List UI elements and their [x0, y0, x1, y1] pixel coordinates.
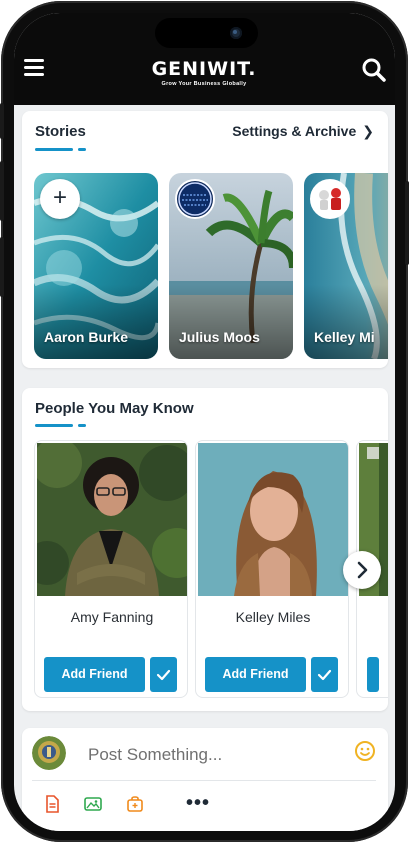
- add-friend-button[interactable]: [367, 657, 379, 692]
- people-title: People You May Know: [35, 400, 194, 417]
- side-button-mute: [0, 103, 4, 139]
- bag-button[interactable]: [126, 795, 144, 813]
- avatar: [32, 736, 66, 770]
- check-icon: [317, 669, 332, 681]
- person-photo: [37, 443, 187, 596]
- settings-archive-label: Settings & Archive: [232, 123, 357, 139]
- story-card[interactable]: Kelley Mi: [304, 173, 388, 359]
- person-card: Kelley Miles Add Friend: [195, 440, 349, 698]
- divider: [32, 780, 376, 781]
- menu-icon: [24, 59, 44, 62]
- avatar: [175, 179, 215, 219]
- add-story-button[interactable]: +: [40, 179, 80, 219]
- plus-icon: +: [52, 184, 67, 211]
- app-header: GENIWIT. Grow Your Business Globally: [14, 13, 395, 105]
- stories-title: Stories: [35, 123, 86, 140]
- search-button[interactable]: [361, 57, 387, 83]
- people-card: People You May Know Amy Fanning Add Frie…: [22, 388, 388, 711]
- post-input[interactable]: [88, 741, 328, 769]
- phone-frame: GENIWIT. Grow Your Business Globally Sto…: [0, 1, 409, 842]
- search-icon: [362, 58, 386, 82]
- post-composer-card: •••: [22, 728, 388, 831]
- person-name: Kelley Miles: [235, 609, 311, 625]
- chevron-right-icon: [357, 561, 368, 579]
- story-card[interactable]: + Aaron Burke: [34, 173, 158, 359]
- document-icon: [46, 795, 59, 813]
- story-card[interactable]: Julius Moos: [169, 173, 293, 359]
- person-photo: [198, 443, 348, 596]
- document-button[interactable]: [43, 795, 61, 813]
- add-friend-button[interactable]: Add Friend: [44, 657, 145, 692]
- smiley-icon: [355, 741, 375, 761]
- settings-archive-link[interactable]: Settings & Archive ❯: [232, 123, 374, 140]
- dynamic-island: [155, 18, 258, 48]
- side-button-power: [405, 181, 409, 265]
- accept-button[interactable]: [150, 657, 177, 692]
- menu-button[interactable]: [24, 59, 46, 79]
- shopping-bag-icon: [127, 796, 143, 812]
- check-icon: [156, 669, 171, 681]
- stories-card: Stories Settings & Archive ❯ + Aaron Bur…: [22, 111, 388, 368]
- person-name: Amy Fanning: [70, 609, 154, 625]
- image-button[interactable]: [84, 795, 102, 813]
- emoji-button[interactable]: [354, 740, 376, 762]
- story-author: Kelley Mi: [314, 329, 375, 345]
- person-card: Amy Fanning Add Friend: [34, 440, 188, 698]
- accept-button[interactable]: [311, 657, 338, 692]
- side-button-volume-up: [0, 161, 4, 221]
- image-icon: [84, 797, 102, 811]
- brand-name: GENIWIT.: [151, 58, 257, 80]
- screen: GENIWIT. Grow Your Business Globally Sto…: [14, 13, 395, 831]
- front-camera: [230, 27, 242, 39]
- add-friend-button[interactable]: Add Friend: [205, 657, 306, 692]
- brand-tagline: Grow Your Business Globally: [161, 81, 247, 87]
- next-button[interactable]: [343, 551, 381, 589]
- avatar: [310, 179, 350, 219]
- story-author: Julius Moos: [179, 329, 260, 345]
- side-button-volume-down: [0, 237, 4, 297]
- more-dots-icon[interactable]: •••: [186, 792, 210, 815]
- chevron-right-icon: ❯: [362, 123, 374, 139]
- brand-logo[interactable]: GENIWIT. Grow Your Business Globally: [124, 58, 284, 87]
- story-author: Aaron Burke: [44, 329, 129, 345]
